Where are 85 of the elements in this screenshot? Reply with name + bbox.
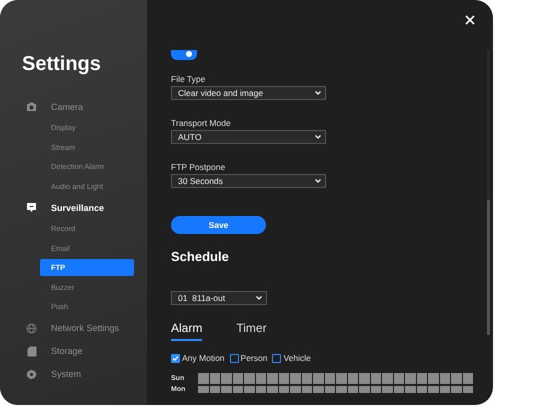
schedule-cell[interactable]: [382, 386, 392, 393]
schedule-cell[interactable]: [244, 373, 254, 384]
schedule-cell[interactable]: [440, 386, 450, 393]
schedule-cell[interactable]: [348, 373, 358, 384]
schedule-cell[interactable]: [267, 386, 278, 393]
schedule-cell[interactable]: [405, 373, 416, 384]
schedule-cell[interactable]: [210, 386, 220, 393]
checkbox[interactable]: [272, 354, 282, 362]
schedule-cell[interactable]: [416, 386, 427, 393]
schedule-cell[interactable]: [428, 386, 438, 393]
sidebar-section[interactable]: Network Settings: [0, 316, 147, 340]
channel-dropdown[interactable]: 01 811a-out: [171, 291, 267, 305]
schedule-cell[interactable]: [462, 386, 473, 393]
schedule-cell[interactable]: [440, 373, 450, 384]
settings-icon: [26, 368, 37, 380]
scrollbar[interactable]: [487, 50, 490, 335]
schedule-cell[interactable]: [394, 373, 404, 384]
schedule-cell[interactable]: [221, 386, 232, 393]
save-button[interactable]: Save: [171, 216, 266, 234]
schedule-cell[interactable]: [302, 386, 312, 393]
sidebar-title: Settings: [22, 52, 102, 76]
dropdown-field[interactable]: AUTO: [171, 130, 326, 144]
close-icon: [465, 15, 475, 25]
checkbox[interactable]: [230, 354, 239, 362]
schedule-cell[interactable]: [348, 386, 358, 393]
schedule-cell[interactable]: [428, 373, 438, 384]
schedule-cell[interactable]: [370, 386, 381, 393]
schedule-cell[interactable]: [394, 386, 404, 393]
schedule-cell[interactable]: [336, 386, 346, 393]
schedule-cell[interactable]: [416, 373, 427, 384]
check-icon: [172, 354, 179, 362]
checkbox-label[interactable]: Vehicle: [272, 353, 311, 363]
dropdown-field[interactable]: Clear video and image: [171, 86, 326, 100]
schedule-cell[interactable]: [451, 373, 462, 384]
schedule-cell[interactable]: [232, 373, 243, 384]
schedule-cell[interactable]: [313, 386, 324, 393]
schedule-cell[interactable]: [278, 386, 289, 393]
checkbox[interactable]: [171, 354, 180, 362]
section-heading: Schedule: [171, 249, 230, 265]
schedule-cell[interactable]: [382, 373, 392, 384]
schedule-cell[interactable]: [267, 373, 278, 384]
sidebar-section[interactable]: Storage: [0, 340, 147, 362]
chevron-down-icon: [315, 179, 321, 183]
schedule-cell[interactable]: [198, 386, 208, 393]
tab[interactable]: Alarm: [171, 321, 202, 341]
schedule-cell[interactable]: [359, 373, 370, 384]
storage-card-icon: [26, 346, 36, 356]
schedule-cell[interactable]: [290, 386, 300, 393]
monitor-icon: [26, 202, 37, 213]
schedule-cell[interactable]: [302, 373, 312, 384]
schedule-cell[interactable]: [405, 386, 416, 393]
schedule-cell[interactable]: [336, 373, 346, 384]
checkbox-label[interactable]: Person: [230, 353, 268, 363]
field-label: Transport Mode: [171, 118, 232, 128]
camera-icon: [26, 102, 37, 112]
field-label: File Type: [171, 74, 206, 84]
schedule-cell[interactable]: [221, 373, 232, 384]
tab[interactable]: Timer: [236, 321, 267, 341]
globe-icon: [26, 322, 37, 334]
schedule-cell[interactable]: [198, 373, 208, 384]
toggle-switch[interactable]: [171, 50, 197, 60]
schedule-cell[interactable]: [210, 373, 220, 384]
schedule-cell[interactable]: [232, 386, 243, 393]
close-button[interactable]: [463, 13, 477, 27]
schedule-cell[interactable]: [370, 373, 381, 384]
schedule-cell[interactable]: [313, 373, 324, 384]
chevron-down-icon: [256, 296, 262, 300]
schedule-cell[interactable]: [324, 386, 335, 393]
checkbox-label[interactable]: Any Motion: [171, 353, 225, 363]
dropdown-field[interactable]: 30 Seconds: [171, 174, 326, 188]
sidebar-section[interactable]: Surveillance: [0, 196, 147, 219]
schedule-cell[interactable]: [244, 386, 254, 393]
schedule-cell[interactable]: [256, 386, 266, 393]
schedule-cell[interactable]: [256, 373, 266, 384]
schedule-cell[interactable]: [462, 373, 473, 384]
chevron-down-icon: [315, 91, 321, 95]
schedule-cell[interactable]: [324, 373, 335, 384]
schedule-cell[interactable]: [359, 386, 370, 393]
chevron-down-icon: [315, 135, 321, 139]
schedule-cell[interactable]: [451, 386, 462, 393]
schedule-cell[interactable]: [278, 373, 289, 384]
sidebar-section[interactable]: System: [0, 362, 147, 386]
schedule-cell[interactable]: [290, 373, 300, 384]
sidebar-section[interactable]: Camera: [0, 95, 147, 118]
field-label: FTP Postpone: [171, 162, 226, 172]
